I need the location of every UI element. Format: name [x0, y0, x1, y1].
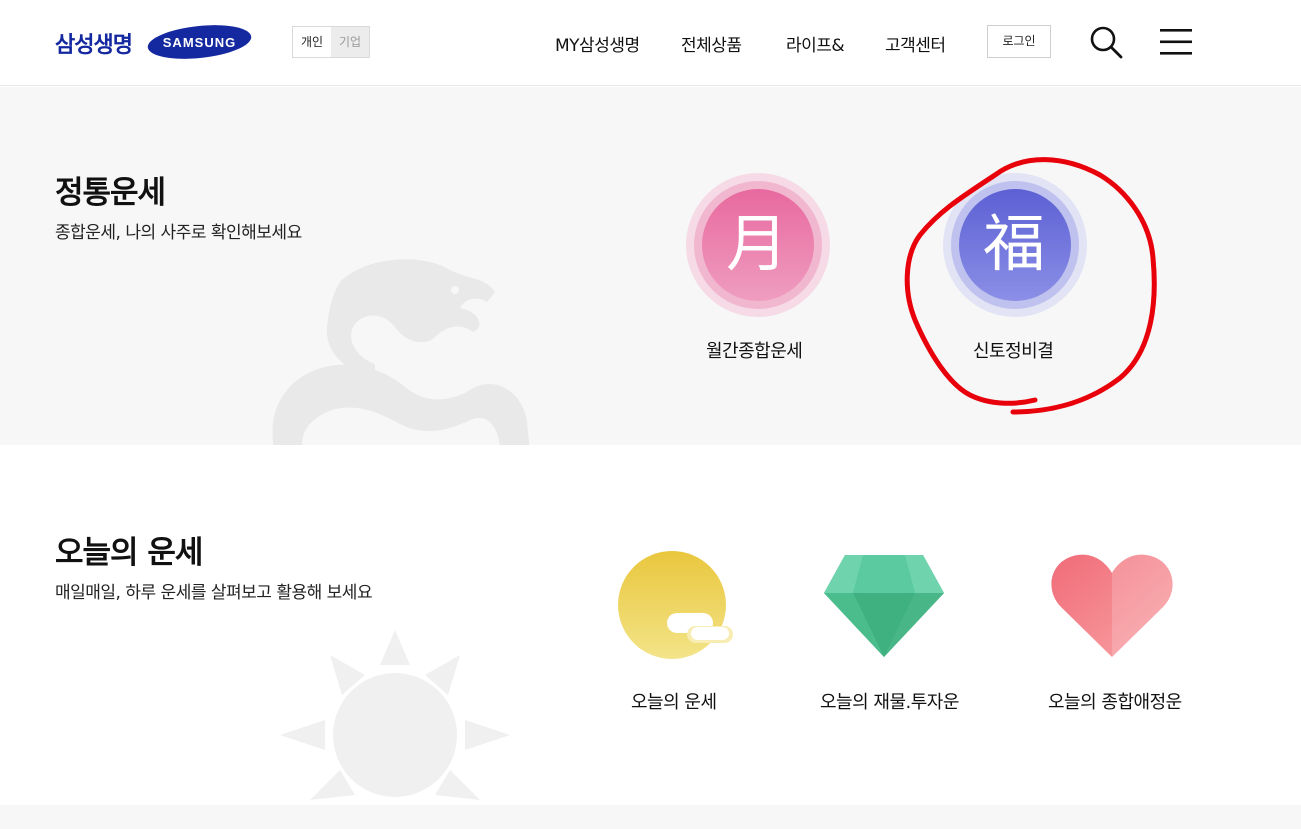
moon-cloud-icon [618, 551, 733, 659]
section-subtitle: 매일매일, 하루 운세를 살펴보고 활용해 보세요 [55, 583, 373, 603]
search-icon[interactable] [1088, 24, 1124, 60]
monthly-fortune-label[interactable]: 월간종합운세 [706, 337, 803, 363]
personal-tab[interactable]: 개인 [293, 27, 331, 57]
sun-watermark-icon [280, 630, 510, 800]
nav-all-products[interactable]: 전체상품 [681, 31, 742, 56]
tojeong-fortune-label[interactable]: 신토정비결 [973, 337, 1054, 363]
heart-icon [1051, 554, 1173, 657]
samsung-logo[interactable]: SAMSUNG [147, 24, 252, 60]
section-title: 정통운세 [55, 175, 166, 211]
corporate-tab[interactable]: 기업 [331, 27, 369, 57]
customer-type-toggle[interactable]: 개인 기업 [292, 26, 370, 58]
nav-life[interactable]: 라이프& [786, 31, 845, 56]
dragon-watermark-icon [272, 259, 530, 445]
diamond-icon [824, 555, 944, 657]
site-header: 삼성생명 SAMSUNG 개인 기업 MY삼성생명 전체상품 라이프& 고객센터… [0, 0, 1301, 86]
wealth-fortune-item[interactable]: 오늘의 재물.투자운 [810, 545, 980, 720]
wealth-fortune-label[interactable]: 오늘의 재물.투자운 [820, 688, 959, 714]
love-fortune-label[interactable]: 오늘의 종합애정운 [1048, 688, 1182, 714]
today-fortune-label[interactable]: 오늘의 운세 [631, 688, 717, 714]
today-fortune-section: 오늘의 운세 매일매일, 하루 운세를 살펴보고 활용해 보세요 오늘의 운세 … [0, 445, 1301, 805]
today-fortune-item[interactable]: 오늘의 운세 [600, 545, 750, 720]
section-title: 오늘의 운세 [55, 535, 203, 571]
fortune-character-icon: 福 [983, 207, 1046, 280]
brand-name[interactable]: 삼성생명 [55, 27, 133, 59]
monthly-fortune-item[interactable]: 月 월간종합운세 [686, 173, 830, 363]
tojeong-fortune-item[interactable]: 福 신토정비결 [943, 173, 1087, 363]
traditional-fortune-section: 정통운세 종합운세, 나의 사주로 확인해보세요 月 월간종합운세 福 신토정비… [0, 87, 1301, 445]
next-section-edge [0, 805, 1301, 829]
samsung-logo-text: SAMSUNG [163, 35, 236, 50]
moon-character-icon: 月 [726, 207, 789, 280]
nav-my-samsung-life[interactable]: MY삼성생명 [555, 31, 640, 56]
login-button[interactable]: 로그인 [987, 25, 1051, 58]
love-fortune-item[interactable]: 오늘의 종합애정운 [1040, 545, 1210, 720]
nav-customer-center[interactable]: 고객센터 [885, 31, 946, 56]
hamburger-menu-icon[interactable] [1159, 27, 1193, 57]
section-subtitle: 종합운세, 나의 사주로 확인해보세요 [55, 223, 302, 243]
